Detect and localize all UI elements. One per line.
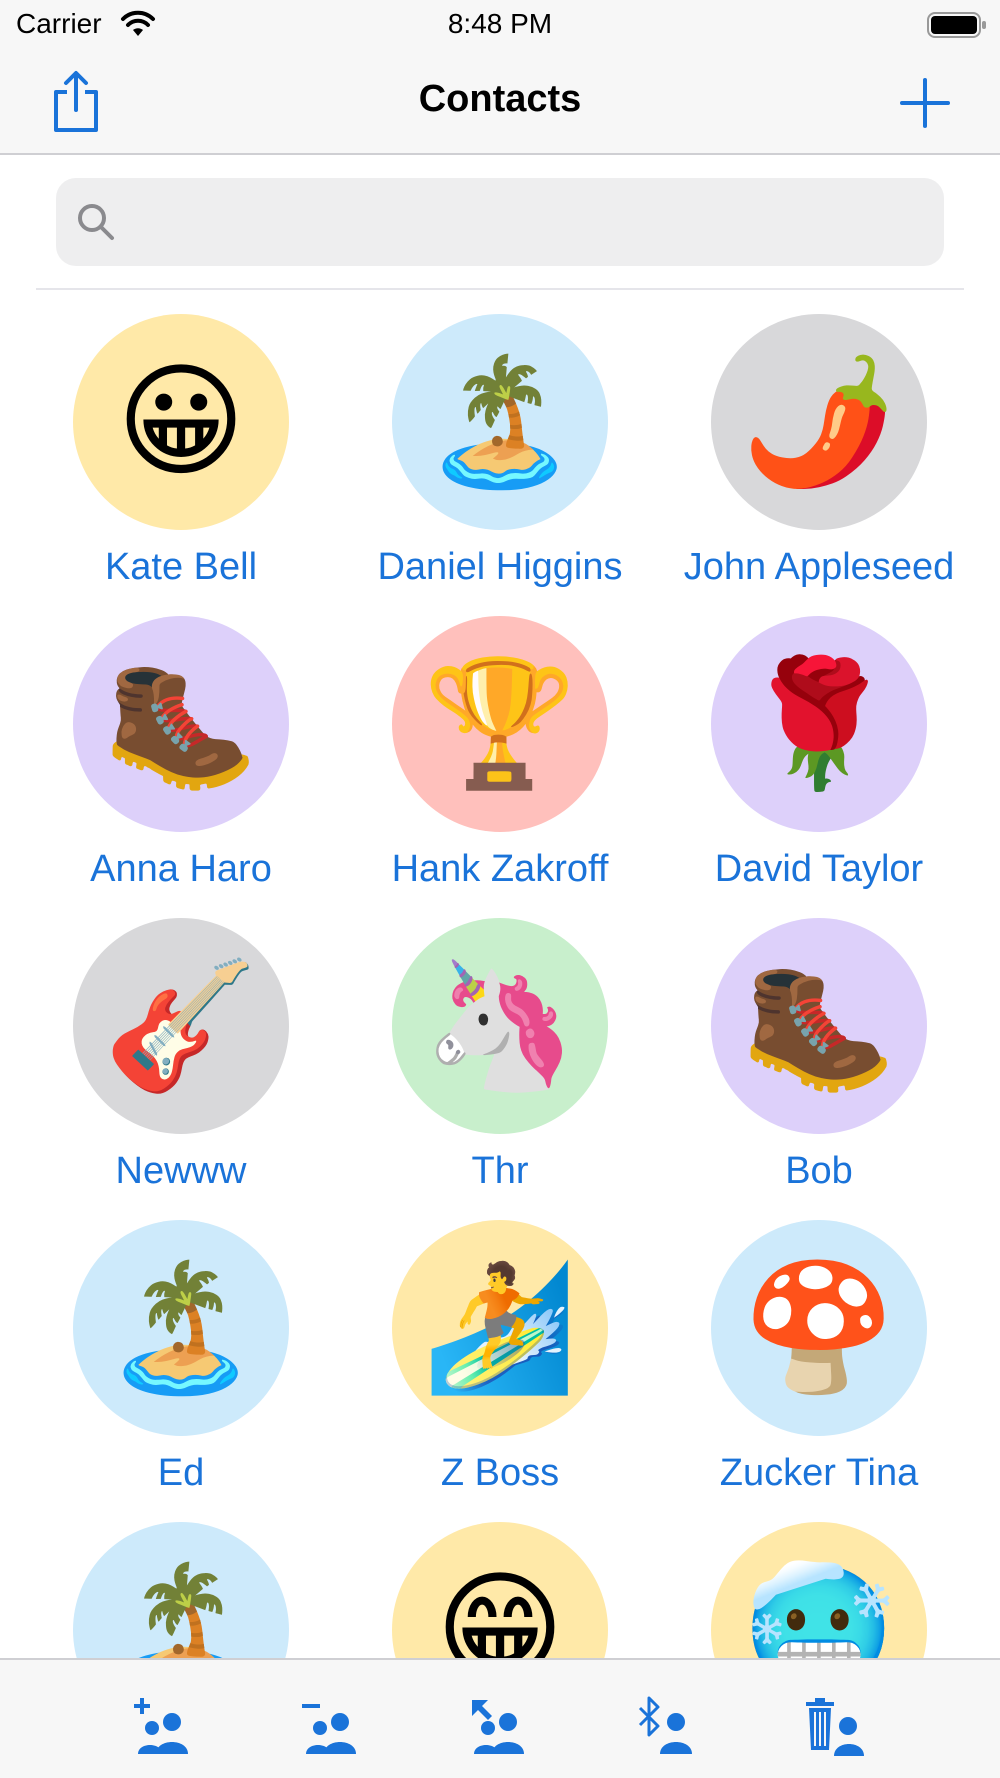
- contact-cell[interactable]: 🏄 Z Boss: [341, 1220, 659, 1522]
- contact-cell[interactable]: 🥶: [660, 1522, 978, 1658]
- trophy-icon: 🏆: [422, 655, 578, 793]
- contact-name[interactable]: Daniel Higgins: [341, 546, 659, 589]
- contact-name[interactable]: Anna Haro: [22, 848, 340, 891]
- contact-name[interactable]: David Taylor: [660, 848, 978, 891]
- contact-avatar[interactable]: 🏝️: [73, 1522, 289, 1658]
- unicorn-icon: 🦄: [422, 957, 578, 1095]
- contact-cell[interactable]: 🏝️: [22, 1522, 340, 1658]
- contact-name[interactable]: Ed: [22, 1452, 340, 1495]
- contact-name[interactable]: John Appleseed: [660, 546, 978, 589]
- surfer-icon: 🏄: [422, 1259, 578, 1397]
- contact-cell[interactable]: 🏆 Hank Zakroff: [341, 616, 659, 918]
- contact-avatar[interactable]: 🏆: [392, 616, 608, 832]
- cold-face-icon: 🥶: [741, 1561, 897, 1658]
- search-input[interactable]: [136, 178, 930, 268]
- contact-cell[interactable]: 🍄 Zucker Tina: [660, 1220, 978, 1522]
- contact-avatar[interactable]: 🍄: [711, 1220, 927, 1436]
- contact-avatar[interactable]: 🥾: [711, 918, 927, 1134]
- status-bar: Carrier 8:48 PM: [0, 0, 1000, 52]
- bottom-toolbar: [0, 1658, 1000, 1778]
- guitar-icon: 🎸: [103, 957, 259, 1095]
- battery-icon: [927, 12, 986, 38]
- contact-cell[interactable]: 🦄 Thr: [341, 918, 659, 1220]
- contact-cell[interactable]: 🎸 Newww: [22, 918, 340, 1220]
- contacts-grid-viewport[interactable]: 😀 Kate Bell 🏝️ Daniel Higgins 🌶️ John Applese…: [0, 292, 1000, 1658]
- hiking-boot-icon: 🥾: [103, 655, 259, 793]
- contact-name[interactable]: Kate Bell: [22, 546, 340, 589]
- contact-avatar[interactable]: 🥶: [711, 1522, 927, 1658]
- contact-name[interactable]: Bob: [660, 1150, 978, 1193]
- contact-name[interactable]: Thr: [341, 1150, 659, 1193]
- add-contact-icon[interactable]: [132, 1696, 194, 1758]
- contact-avatar[interactable]: 🎸: [73, 918, 289, 1134]
- page-title: Contacts: [418, 78, 582, 120]
- share-contact-icon[interactable]: [468, 1696, 530, 1758]
- contact-cell[interactable]: 🌶️ John Appleseed: [660, 314, 978, 616]
- contact-avatar[interactable]: 😁: [392, 1522, 608, 1658]
- beach-umbrella-island-icon: 🏝️: [422, 353, 578, 491]
- search-bar: [56, 178, 944, 268]
- bluetooth-contact-icon[interactable]: [636, 1696, 698, 1758]
- contact-avatar[interactable]: 🏝️: [392, 314, 608, 530]
- contact-name[interactable]: Newww: [22, 1150, 340, 1193]
- contact-cell[interactable]: 🌹 David Taylor: [660, 616, 978, 918]
- contact-name[interactable]: Z Boss: [341, 1452, 659, 1495]
- contact-avatar[interactable]: 🦄: [392, 918, 608, 1134]
- search-icon: [78, 204, 114, 240]
- contact-avatar[interactable]: 🏄: [392, 1220, 608, 1436]
- hiking-boot-icon: 🥾: [741, 957, 897, 1095]
- contact-name[interactable]: Zucker Tina: [660, 1452, 978, 1495]
- contact-name[interactable]: Hank Zakroff: [341, 848, 659, 891]
- contact-cell[interactable]: 😀 Kate Bell: [22, 314, 340, 616]
- contact-avatar[interactable]: 😀: [73, 314, 289, 530]
- grinning-face-icon: 😀: [116, 353, 246, 491]
- contact-cell[interactable]: 🏝️ Ed: [22, 1220, 340, 1522]
- grinning-face-icon: 😁: [435, 1561, 565, 1658]
- contact-cell[interactable]: 🏝️ Daniel Higgins: [341, 314, 659, 616]
- contacts-grid: 😀 Kate Bell 🏝️ Daniel Higgins 🌶️ John Applese…: [0, 314, 1000, 1658]
- contact-cell[interactable]: 🥾 Anna Haro: [22, 616, 340, 918]
- contact-avatar[interactable]: 🏝️: [73, 1220, 289, 1436]
- contact-avatar[interactable]: 🥾: [73, 616, 289, 832]
- beach-umbrella-island-icon: 🏝️: [103, 1259, 259, 1397]
- contact-avatar[interactable]: 🌹: [711, 616, 927, 832]
- plus-icon[interactable]: [898, 76, 952, 130]
- status-time: 8:48 PM: [447, 8, 553, 39]
- contact-cell[interactable]: 😁: [341, 1522, 659, 1658]
- hot-pepper-icon: 🌶️: [741, 353, 897, 491]
- contact-cell[interactable]: 🥾 Bob: [660, 918, 978, 1220]
- mushroom-icon: 🍄: [741, 1259, 897, 1397]
- remove-contact-icon[interactable]: [300, 1696, 362, 1758]
- divider: [36, 288, 964, 290]
- beach-umbrella-island-icon: 🏝️: [103, 1561, 259, 1658]
- contact-avatar[interactable]: 🌶️: [711, 314, 927, 530]
- delete-contact-icon[interactable]: [804, 1696, 866, 1758]
- rose-icon: 🌹: [741, 655, 897, 793]
- navigation-bar: Contacts: [0, 52, 1000, 155]
